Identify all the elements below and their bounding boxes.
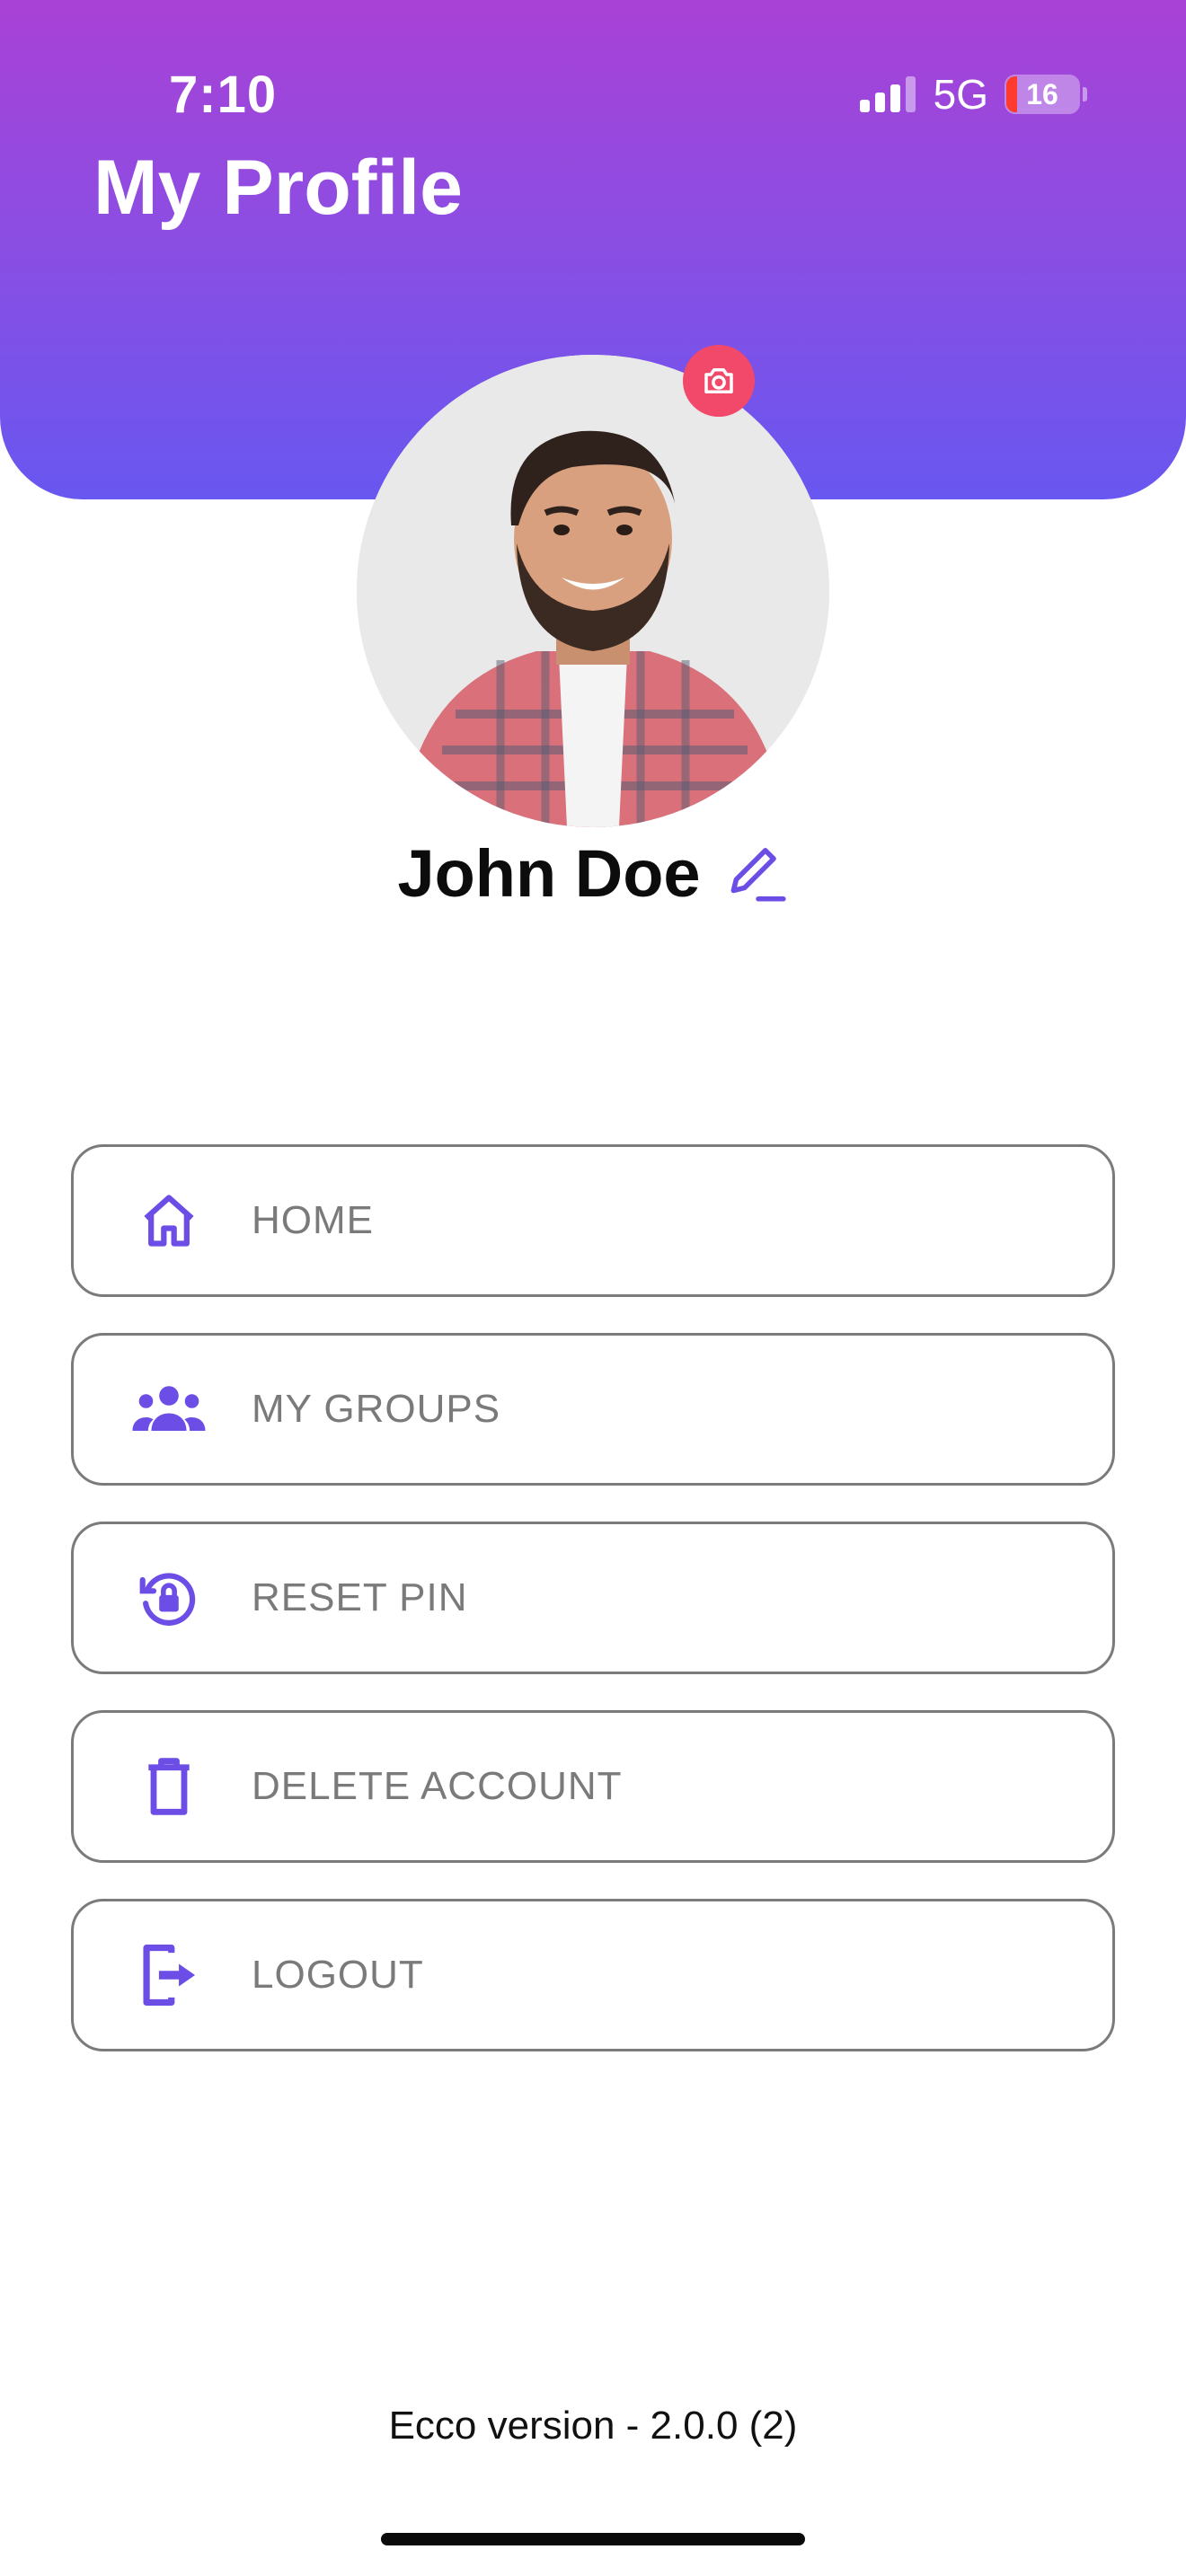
trash-icon (131, 1749, 207, 1824)
signal-icon (859, 76, 916, 112)
app-version: Ecco version - 2.0.0 (2) (388, 2404, 798, 2448)
menu-item-home[interactable]: HOME (71, 1144, 1115, 1297)
menu-item-reset-pin[interactable]: RESET PIN (71, 1522, 1115, 1674)
user-name: John Doe (397, 836, 701, 911)
battery-level: 16 (1026, 77, 1058, 110)
change-photo-button[interactable] (683, 345, 755, 417)
logout-icon (131, 1937, 207, 2013)
menu-item-label: HOME (252, 1198, 374, 1242)
avatar-photo (357, 355, 829, 827)
edit-name-icon[interactable] (722, 841, 789, 907)
network-label: 5G (933, 71, 988, 118)
profile-menu: HOME MY GROUPS RESET PIN DELETE ACCOUNT … (71, 1144, 1115, 2087)
name-row: John Doe (0, 835, 1186, 912)
home-indicator[interactable] (381, 2533, 805, 2545)
menu-item-label: RESET PIN (252, 1575, 468, 1619)
menu-item-label: DELETE ACCOUNT (252, 1764, 623, 1808)
menu-item-label: LOGOUT (252, 1953, 424, 1997)
home-icon (131, 1183, 207, 1258)
reset-pin-icon (131, 1560, 207, 1636)
menu-item-my-groups[interactable]: MY GROUPS (71, 1333, 1115, 1486)
camera-icon (704, 368, 733, 393)
battery-icon: 16 (1005, 75, 1087, 114)
menu-item-delete-account[interactable]: DELETE ACCOUNT (71, 1710, 1115, 1863)
status-time: 7:10 (169, 66, 278, 124)
page-title: My Profile (93, 145, 463, 231)
avatar[interactable] (357, 355, 829, 827)
groups-icon (131, 1372, 207, 1447)
status-indicators: 5G 16 (859, 70, 1087, 119)
profile-screen: 7:10 5G 16 My Profile John Doe HOME MY G… (0, 0, 1186, 2576)
menu-item-label: MY GROUPS (252, 1387, 501, 1431)
menu-item-logout[interactable]: LOGOUT (71, 1899, 1115, 2051)
